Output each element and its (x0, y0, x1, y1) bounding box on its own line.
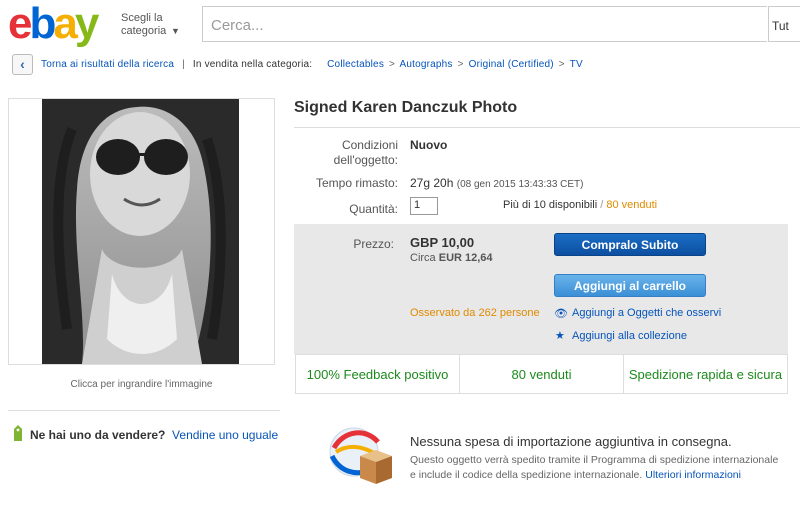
available-count: Più di 10 disponibili (503, 199, 598, 211)
condition-label-line1: Condizioni (341, 138, 398, 152)
quantity-input[interactable]: 1 (410, 197, 438, 215)
item-title: Signed Karen Danczuk Photo (294, 99, 518, 116)
category-label-line1: Scegli la (121, 12, 163, 24)
divider (294, 127, 800, 128)
more-info-link-line1: Ulteriori (645, 469, 682, 481)
price-label: Prezzo: (353, 237, 394, 251)
approx-price: Circa EUR 12,64 (410, 252, 493, 264)
approx-label: Circa (410, 252, 436, 264)
logo-letter-y: y (74, 0, 100, 48)
sell-question: Ne hai uno da vendere? (30, 428, 166, 442)
star-icon: ★ (555, 330, 565, 342)
shipping-description: Questo oggetto verrà spedito tramite il … (410, 453, 780, 483)
time-left: 27g 20h (08 gen 2015 13:43:33 CET) (410, 176, 584, 190)
divider (8, 410, 280, 411)
enlarge-image-hint[interactable]: Clicca per ingrandire l'immagine (8, 379, 275, 390)
approx-value: EUR 12,64 (438, 252, 493, 264)
logo-letter-b: b (29, 0, 56, 48)
ebay-logo[interactable]: ebay (8, 0, 100, 48)
add-to-collection-link[interactable]: Aggiungi alla collezione (572, 330, 687, 342)
sell-similar-link[interactable]: Vendine uno uguale (172, 428, 278, 442)
breadcrumb-item-autographs[interactable]: Autographs (399, 59, 452, 70)
availability: Più di 10 disponibili / 80 venduti (503, 199, 657, 211)
more-info-link[interactable]: Ulteriori informazioni (645, 469, 741, 481)
back-to-results-link[interactable]: Torna ai risultati della ricerca (41, 59, 174, 70)
category-selector[interactable]: Scegli la categoria ▼ (121, 12, 180, 38)
sell-one-prompt: Ne hai uno da vendere? Vendine uno ugual… (30, 428, 278, 442)
more-info-link-line2: informazioni (684, 469, 741, 481)
search-input[interactable]: Cerca... (202, 6, 767, 42)
sold-feature: 80 venduti (459, 354, 624, 394)
breadcrumb-separator: > (389, 59, 396, 70)
search-category-select[interactable]: Tut (768, 6, 800, 42)
sold-count-link[interactable]: 80 venduti (606, 199, 657, 211)
breadcrumb-item-original[interactable]: Original (Certified) (469, 59, 554, 70)
category-label-line2: categoria (121, 25, 167, 37)
breadcrumb-item-collectables[interactable]: Collectables (327, 59, 384, 70)
condition-value: Nuovo (410, 138, 448, 152)
item-photo[interactable] (42, 99, 239, 364)
logo-letter-a: a (53, 0, 78, 48)
logo-letter-e: e (8, 0, 33, 48)
price-tag-icon (14, 425, 22, 441)
breadcrumb-separator: > (558, 59, 565, 70)
time-left-label: Tempo rimasto: (315, 176, 398, 190)
breadcrumb: Torna ai risultati della ricerca | In ve… (41, 59, 583, 70)
quantity-label: Quantità: (349, 202, 398, 216)
back-button[interactable]: ‹ (12, 54, 33, 75)
shipping-title: Nessuna spesa di importazione aggiuntiva… (410, 434, 732, 449)
condition-label: Condizioni dell'oggetto: (298, 138, 398, 168)
chevron-left-icon: ‹ (20, 56, 25, 72)
end-date: (08 gen 2015 13:43:33 CET) (456, 179, 584, 190)
breadcrumb-item-tv[interactable]: TV (570, 59, 583, 70)
global-shipping-icon (329, 427, 392, 484)
price-value: GBP 10,00 (410, 235, 475, 250)
time-left-value: 27g 20h (410, 176, 454, 190)
chevron-down-icon: ▼ (171, 26, 180, 36)
add-to-cart-button[interactable]: Aggiungi al carrello (554, 274, 706, 297)
shipping-feature: Spedizione rapida e sicura (623, 354, 788, 394)
breadcrumb-divider: | (179, 59, 188, 70)
add-to-watchlist-link[interactable]: Aggiungi a Oggetti che osservi (572, 307, 721, 319)
category-prefix: In vendita nella categoria: (192, 59, 313, 70)
buy-now-button[interactable]: Compralo Subito (554, 233, 706, 256)
breadcrumb-separator: > (457, 59, 464, 70)
watchers-count: Osservato da 262 persone (410, 307, 540, 319)
condition-label-line2: dell'oggetto: (333, 153, 398, 167)
feedback-feature: 100% Feedback positivo (295, 354, 460, 394)
eye-icon: 👁 (554, 308, 568, 320)
